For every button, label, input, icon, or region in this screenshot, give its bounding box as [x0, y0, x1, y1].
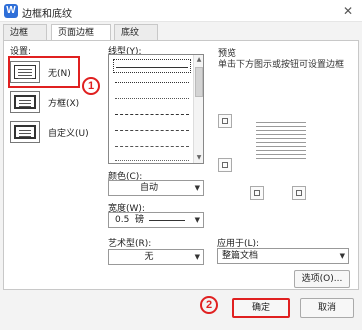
color-select[interactable]: 自动 ▼ [108, 180, 204, 196]
ok-button[interactable]: 确定 [232, 298, 290, 318]
chevron-down-icon: ▼ [339, 252, 345, 260]
title-bar: W 边框和底纹 ✕ [0, 0, 362, 22]
width-unit: 磅 [135, 215, 145, 225]
line-option-dotted-fine[interactable] [113, 91, 191, 105]
scroll-thumb[interactable] [195, 67, 203, 97]
width-value: 0.5 [115, 215, 130, 225]
setting-box-icon [14, 95, 36, 109]
callout-1: 1 [82, 77, 100, 95]
options-button[interactable]: 选项(O)... [294, 270, 350, 288]
tab-shading[interactable]: 底纹(S) [114, 24, 158, 54]
setting-custom-label[interactable]: 自定义(U) [48, 126, 89, 139]
top-border-icon[interactable] [218, 114, 232, 128]
bottom-border-icon[interactable] [218, 158, 232, 172]
chevron-down-icon: ▼ [194, 184, 200, 192]
setting-custom-icon [14, 125, 36, 139]
line-style-list[interactable]: ▲ ▼ [108, 54, 204, 164]
art-select[interactable]: 无 ▼ [108, 249, 204, 265]
apply-to-select[interactable]: 整篇文档 ▼ [217, 248, 349, 264]
color-value: 自动 [139, 183, 158, 193]
apply-to-value: 整篇文档 [222, 251, 259, 261]
setting-custom-button[interactable] [10, 121, 40, 143]
callout-2: 2 [200, 296, 218, 314]
setting-box-label[interactable]: 方框(X) [48, 96, 79, 109]
line-option-solid[interactable] [113, 59, 191, 73]
cancel-button[interactable]: 取消 [300, 298, 354, 318]
line-option-dotted[interactable] [113, 75, 191, 89]
chevron-down-icon: ▼ [194, 253, 200, 261]
line-option-dash-dot[interactable] [113, 123, 191, 137]
chevron-down-icon: ▼ [194, 216, 200, 224]
tab-borders[interactable]: 边框(B) [3, 24, 47, 54]
preview-hint: 单击下方图示或按钮可设置边框 [218, 60, 345, 70]
left-border-icon[interactable] [250, 186, 264, 200]
line-option-dashed[interactable] [113, 107, 191, 121]
scroll-down-icon[interactable]: ▼ [195, 154, 203, 162]
line-option-dash-dot-dot[interactable] [113, 139, 191, 153]
close-button[interactable]: ✕ [340, 3, 356, 19]
preview-page [256, 122, 306, 162]
scroll-up-icon[interactable]: ▲ [195, 56, 203, 64]
highlight-setting-none [8, 56, 80, 88]
right-border-icon[interactable] [292, 186, 306, 200]
wps-writer-icon: W [4, 4, 18, 18]
window-title: 边框和底纹 [22, 9, 72, 20]
width-line-sample [149, 220, 185, 221]
setting-box-button[interactable] [10, 91, 40, 113]
art-value: 无 [144, 252, 154, 262]
line-option-dotted-sparse[interactable] [113, 153, 191, 163]
width-select[interactable]: 0.5 磅 ▼ [108, 212, 204, 228]
line-style-scrollbar[interactable]: ▲ ▼ [193, 55, 203, 163]
art-label: 艺术型(R): [108, 239, 152, 249]
